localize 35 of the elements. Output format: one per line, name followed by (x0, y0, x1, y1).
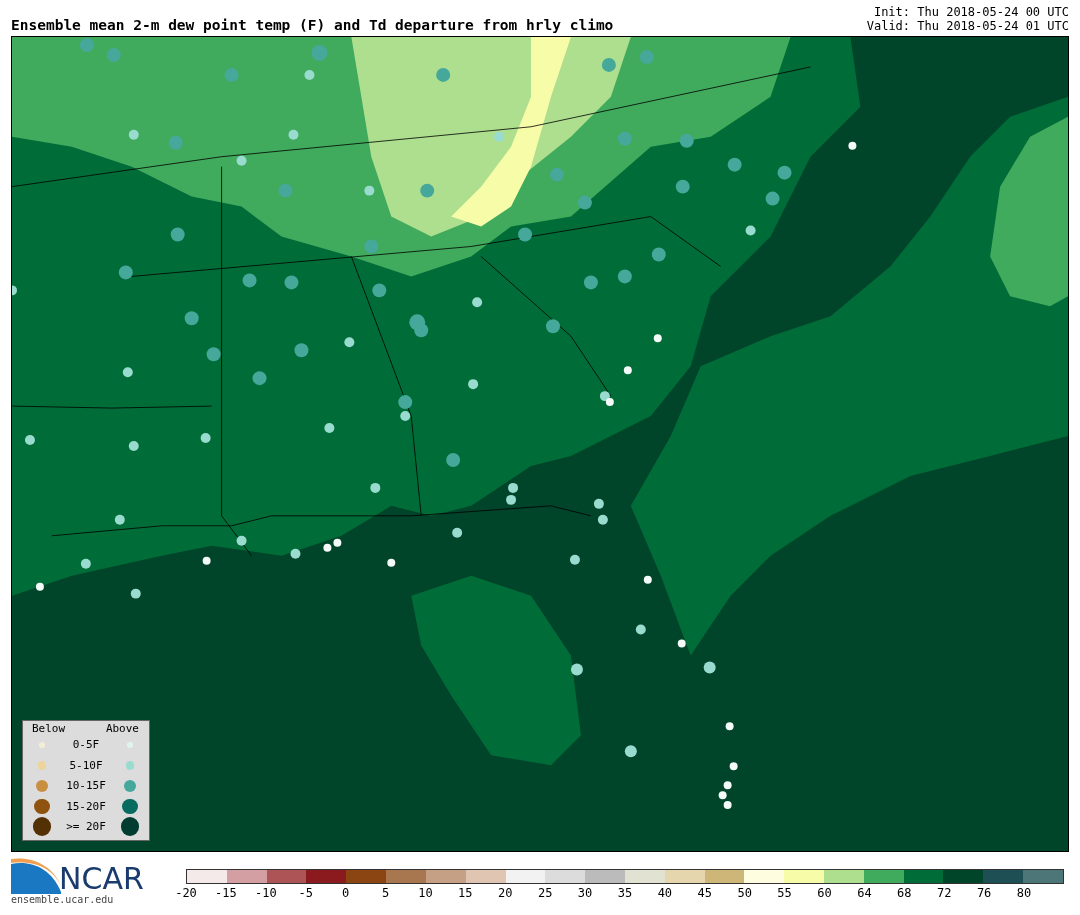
legend-label: 0-5F (71, 738, 101, 752)
legend-label: 15-20F (65, 799, 107, 813)
valid-time: Valid: Thu 2018-05-24 01 UTC (866, 19, 1069, 33)
colorbar-tick-label: 20 (498, 886, 513, 900)
colorbar-tick-label: -10 (254, 886, 277, 900)
colorbar-tick-label: 30 (577, 886, 593, 900)
logo-wordmark: NCAR (59, 864, 144, 894)
colorbar-tick-label: 25 (537, 886, 553, 900)
colorbar-tick-label: 55 (777, 886, 792, 900)
colorbar-tick-label: 40 (657, 886, 673, 900)
legend-heading: Below (32, 721, 66, 735)
colorbar-tick-label: -5 (298, 886, 313, 900)
legend-label: 10-15F (65, 779, 107, 793)
colorbar-tick-label: 50 (737, 886, 752, 900)
legend-label: 5-10F (68, 758, 104, 772)
colorbar-tick-label: -15 (215, 886, 237, 900)
colorbar-tick-label: 10 (418, 886, 433, 900)
init-time: Init: Thu 2018-05-24 00 UTC (873, 5, 1069, 19)
colorbar-tick-label: 45 (697, 886, 712, 900)
colorbar-tick-label: 5 (381, 886, 390, 900)
colorbar-tick-label: 0 (342, 886, 350, 900)
swoosh-logo-icon (11, 856, 61, 894)
colorbar-tick-label: 35 (617, 886, 633, 900)
legend-label: >= 20F (65, 820, 107, 834)
colorbar-tick-label: 64 (857, 886, 872, 900)
colorbar-tick-label: 72 (937, 886, 952, 900)
chart-title: Ensemble mean 2-m dew point temp (F) and Td departure from hrly climo (11, 17, 614, 33)
colorbar-tick-label: -20 (175, 886, 197, 900)
colorbar-tick-label: 68 (897, 886, 912, 900)
legend-heading: Above (105, 721, 139, 735)
colorbar-tick-label: 15 (458, 886, 473, 900)
colorbar-tick-label: 60 (817, 886, 832, 900)
website-url: ensemble.ucar.edu (11, 894, 115, 905)
colorbar-tick-label: 80 (1016, 886, 1032, 900)
colorbar-tick-label: 76 (976, 886, 992, 900)
